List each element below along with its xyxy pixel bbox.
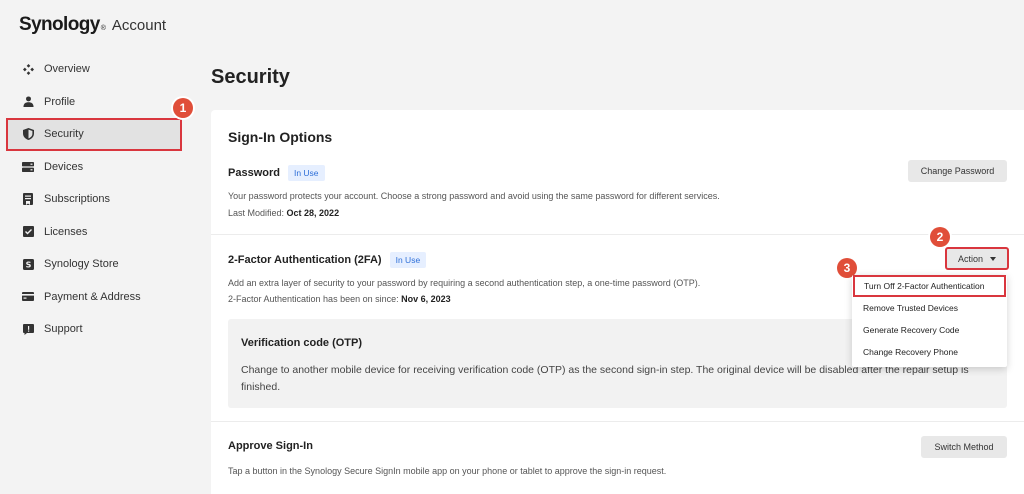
sidebar-item-overview[interactable]: Overview — [6, 53, 182, 86]
approve-description: Tap a button in the Synology Secure Sign… — [228, 466, 667, 476]
sidebar-item-profile[interactable]: Profile — [6, 86, 182, 119]
row-divider — [211, 234, 1024, 235]
action-dropdown-button[interactable]: Action — [945, 247, 1009, 270]
person-icon — [22, 96, 34, 108]
sidebar-item-label: Support — [44, 323, 83, 336]
sidebar-item-label: Profile — [44, 95, 76, 108]
action-menu: Turn Off 2-Factor Authentication Remove … — [852, 275, 1007, 367]
brand-name: Synology — [19, 14, 100, 35]
sidebar-item-payment-address[interactable]: Payment & Address — [6, 281, 182, 314]
twofa-since: 2-Factor Authentication has been on sinc… — [228, 294, 451, 304]
twofa-row-title: 2-Factor Authentication (2FA) In Use — [228, 252, 427, 268]
otp-description: Change to another mobile device for rece… — [241, 364, 969, 393]
otp-title: Verification code (OTP) — [241, 337, 363, 349]
sidebar-item-subscriptions[interactable]: Subscriptions — [6, 183, 182, 216]
change-password-button[interactable]: Change Password — [908, 160, 1007, 182]
sidebar-item-licenses[interactable]: Licenses — [6, 216, 182, 249]
action-button-label: Action — [957, 253, 983, 264]
menu-item-change-recovery-phone[interactable]: Change Recovery Phone — [852, 341, 1007, 363]
support-icon — [22, 323, 34, 335]
sidebar-item-label: Synology Store — [44, 258, 119, 271]
svg-text:S: S — [25, 260, 31, 269]
subscriptions-icon — [22, 193, 34, 206]
twofa-title: 2-Factor Authentication (2FA) — [228, 254, 382, 266]
menu-item-generate-recovery-code[interactable]: Generate Recovery Code — [852, 319, 1007, 341]
last-modified-label: Last Modified: — [228, 208, 287, 218]
shield-icon — [22, 128, 34, 141]
step-marker-1: 1 — [173, 98, 193, 118]
sidebar-item-label: Overview — [44, 63, 90, 76]
password-row-title: Password In Use — [228, 165, 325, 181]
sidebar-item-label: Licenses — [44, 225, 88, 238]
sidebar: Synology ® Account Overview Profile Secur… — [0, 0, 196, 494]
row-divider — [211, 421, 1024, 422]
license-icon — [22, 226, 34, 238]
menu-item-remove-trusted-devices[interactable]: Remove Trusted Devices — [852, 297, 1007, 319]
approve-sign-in-title: Approve Sign-In — [228, 440, 313, 452]
password-last-modified: Last Modified: Oct 28, 2022 — [228, 208, 339, 218]
sidebar-item-label: Devices — [44, 160, 84, 173]
registered-mark: ® — [100, 25, 106, 32]
twofa-description: Add an extra layer of security to your p… — [228, 278, 701, 288]
sidebar-item-devices[interactable]: Devices — [6, 151, 182, 184]
product-name: Account — [111, 17, 167, 34]
sidebar-item-label: Payment & Address — [44, 290, 141, 303]
twofa-since-label: 2-Factor Authentication has been on sinc… — [228, 294, 402, 304]
sidebar-item-security[interactable]: Security — [6, 118, 182, 151]
switch-method-button[interactable]: Switch Method — [921, 436, 1007, 458]
sidebar-item-label: Subscriptions — [44, 193, 111, 206]
store-icon: S — [22, 258, 34, 270]
twofa-since-value: Nov 6, 2023 — [401, 294, 451, 304]
caret-down-icon — [990, 256, 996, 261]
menu-item-turn-off-2fa[interactable]: Turn Off 2-Factor Authentication — [853, 275, 1006, 297]
page-title: Security — [211, 66, 290, 88]
card-title: Sign-In Options — [228, 129, 333, 145]
sidebar-item-synology-store[interactable]: S Synology Store — [6, 248, 182, 281]
sidebar-nav: Overview Profile Security Devices Subscr… — [6, 53, 182, 346]
password-status-badge: In Use — [287, 165, 325, 181]
overview-icon — [22, 63, 34, 75]
password-title: Password — [228, 167, 280, 179]
sidebar-item-label: Security — [44, 128, 84, 141]
card-icon — [22, 291, 34, 303]
sidebar-item-support[interactable]: Support — [6, 313, 182, 346]
password-description: Your password protects your account. Cho… — [228, 191, 720, 201]
devices-icon — [22, 161, 34, 173]
last-modified-value: Oct 28, 2022 — [286, 208, 340, 218]
twofa-status-badge: In Use — [389, 252, 427, 268]
approve-title: Approve Sign-In — [228, 440, 313, 452]
step-marker-2: 2 — [930, 227, 950, 247]
app-logo[interactable]: Synology ® Account — [19, 14, 166, 38]
